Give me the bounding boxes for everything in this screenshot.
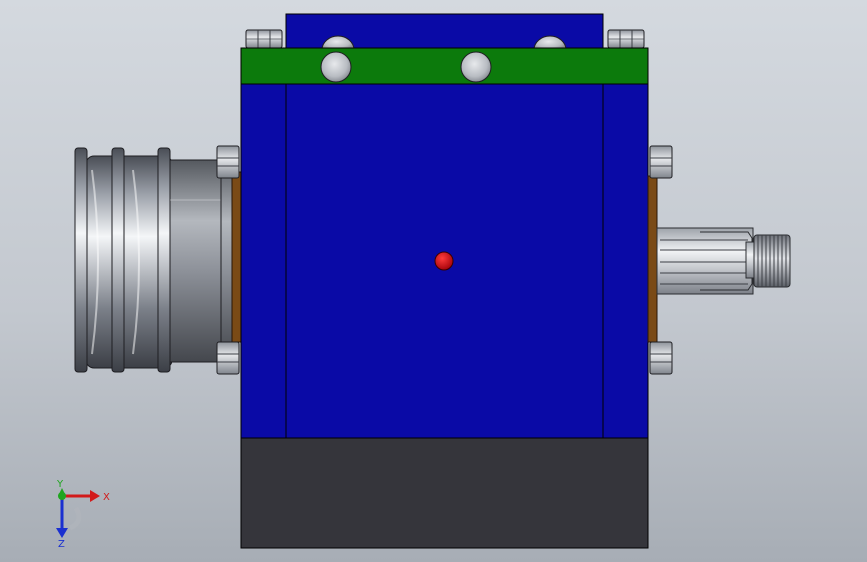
hex-bolt-top-left xyxy=(245,29,283,49)
nut-right-top xyxy=(649,145,673,179)
model-view[interactable] xyxy=(0,0,867,562)
left-drum-assembly[interactable] xyxy=(74,145,242,375)
center-marker xyxy=(434,251,454,271)
z-axis-label: Z xyxy=(58,539,65,548)
hex-bolt-top-right xyxy=(607,29,645,49)
nut-left-bottom xyxy=(216,341,240,375)
x-axis-arrow xyxy=(62,490,100,502)
right-output-shaft[interactable] xyxy=(647,145,791,375)
z-axis-arrow xyxy=(56,496,68,538)
3d-viewport[interactable]: X Y Z xyxy=(0,0,867,562)
nut-right-bottom xyxy=(649,341,673,375)
y-axis-label: Y xyxy=(56,479,64,490)
base-block[interactable] xyxy=(240,437,649,549)
x-axis-label: X xyxy=(103,492,110,503)
green-flange[interactable] xyxy=(240,47,649,85)
nut-left-top xyxy=(216,145,240,179)
coordinate-triad: X Y Z xyxy=(56,479,110,548)
